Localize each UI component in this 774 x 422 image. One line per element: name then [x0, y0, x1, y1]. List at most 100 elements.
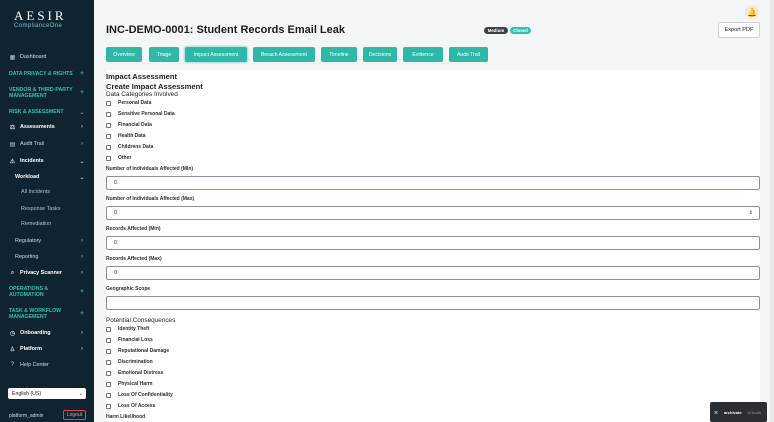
sidebar-item-all-incidents[interactable]: All Incidents	[0, 186, 94, 198]
sidebar-item-onboarding[interactable]: ◷ Onboarding ›	[0, 327, 94, 339]
checkbox-row[interactable]: Physical Harm	[106, 380, 152, 388]
checkbox-row[interactable]: Loss Of Access	[106, 402, 155, 410]
sidebar-item-workload[interactable]: Workload ⌄	[0, 171, 94, 183]
number-input[interactable]: 0	[106, 176, 760, 190]
input-value: 0	[114, 270, 117, 276]
checkbox-row[interactable]: Childrens Data	[106, 143, 153, 151]
checkbox[interactable]	[106, 337, 111, 343]
sidebar-item-label: Regulatory	[15, 238, 42, 244]
checkbox-row[interactable]: Loss Of Confidentiality	[106, 391, 173, 399]
sidebar-item-label: Workload	[15, 174, 40, 180]
checkbox-label: Personal Data	[118, 100, 152, 106]
sidebar-item-vendor-third-party-management[interactable]: VENDOR & THIRD-PARTY MANAGEMENT +	[0, 87, 94, 99]
sidebar-item-dashboard[interactable]: ▦ Dashboard	[0, 51, 94, 63]
checkbox[interactable]	[106, 359, 111, 365]
tab-audit-trail[interactable]: Audit Trail	[449, 47, 488, 62]
checkbox[interactable]	[106, 155, 111, 161]
chevron-icon: ›	[81, 124, 83, 130]
logout-button[interactable]: Logout	[63, 410, 86, 420]
checkbox[interactable]	[106, 326, 111, 332]
tab-overview[interactable]: Overview	[106, 47, 142, 62]
checkbox[interactable]	[106, 111, 111, 117]
stepper-icon[interactable]: ⇕	[749, 210, 753, 216]
checkbox-label: Financial Data	[118, 122, 152, 128]
sidebar-item-data-privacy-rights[interactable]: DATA PRIVACY & RIGHTS +	[0, 68, 94, 80]
checkbox-row[interactable]: Health Data	[106, 132, 146, 140]
sidebar-item-label: Help Center	[20, 362, 49, 368]
form-heading: Create Impact Assessment	[106, 82, 203, 91]
expand-icon: +	[80, 311, 84, 317]
checkbox-label: Identity Theft	[118, 326, 150, 332]
sidebar-item-risk-assessment[interactable]: RISK & ASSESSMENT ⌄	[0, 106, 94, 118]
username: platform_admin	[9, 413, 44, 419]
sidebar-item-operations-automation[interactable]: OPERATIONS & AUTOMATION +	[0, 286, 94, 298]
dev-toolbar[interactable]: ⌘ archivate Ω Audit	[710, 402, 767, 422]
sidebar-item-response-tasks[interactable]: Response Tasks	[0, 203, 94, 215]
toolbar-icon: ⌘	[714, 409, 718, 415]
sidebar-item-remediation[interactable]: Remediation	[0, 218, 94, 230]
chevron-icon: ⌄	[79, 174, 85, 181]
sidebar-item-audit-trail[interactable]: ▤ Audit Trail ›	[0, 138, 94, 150]
sidebar-item-label: Remediation	[21, 221, 52, 227]
number-input[interactable]: 0 ⇕	[106, 206, 760, 220]
tab-timeline[interactable]: Timeline	[321, 47, 357, 62]
checkbox[interactable]	[106, 403, 111, 409]
checkbox-row[interactable]: Identity Theft	[106, 325, 149, 333]
sidebar-item-privacy-scanner[interactable]: ⌕ Privacy Scanner ›	[0, 267, 94, 279]
checkbox-row[interactable]: Financial Data	[106, 121, 152, 129]
checkbox[interactable]	[106, 348, 111, 354]
chevron-icon: ›	[81, 238, 83, 244]
checkbox-label: Other	[118, 155, 132, 161]
checkbox-label: Childrens Data	[118, 144, 154, 150]
checkbox[interactable]	[106, 144, 111, 150]
checkbox-row[interactable]: Other	[106, 154, 131, 162]
sidebar-item-regulatory[interactable]: Regulatory ›	[0, 235, 94, 247]
checkbox[interactable]	[106, 100, 111, 106]
expand-icon: +	[80, 289, 84, 295]
bell-icon[interactable]: 🔔	[745, 5, 759, 19]
checkbox-row[interactable]: Reputational Damage	[106, 347, 169, 355]
sidebar-item-label: Onboarding	[20, 330, 51, 336]
sidebar-item-assessments[interactable]: ⚖ Assessments ›	[0, 121, 94, 133]
number-input[interactable]: 0	[106, 236, 760, 250]
sidebar-item-task-workflow-management[interactable]: TASK & WORKFLOW MANAGEMENT +	[0, 308, 94, 320]
checkbox-label: Health Data	[118, 133, 146, 139]
export-pdf-button[interactable]: Export PDF	[718, 22, 760, 38]
field-label: Records Affected (Max)	[106, 256, 162, 262]
checkbox-row[interactable]: Financial Loss	[106, 336, 153, 344]
number-input[interactable]: 0	[106, 266, 760, 280]
checkbox[interactable]	[106, 122, 111, 128]
toolbar-audit: Ω Audit	[747, 409, 761, 415]
checkbox[interactable]	[106, 370, 111, 376]
checkbox-label: Discrimination	[118, 359, 153, 365]
checkbox-row[interactable]: Emotional Distress	[106, 369, 163, 377]
tab-evidence[interactable]: Evidence	[403, 47, 443, 62]
checkbox-label: Reputational Damage	[118, 348, 170, 354]
page-title: INC-DEMO-0001: Student Records Email Lea…	[106, 24, 346, 36]
sidebar-item-label: Reporting	[15, 254, 39, 260]
checkbox[interactable]	[106, 381, 111, 387]
logo[interactable]: AESIR ComplianceOne	[14, 9, 84, 30]
checkbox[interactable]	[106, 392, 111, 398]
checkbox-row[interactable]: Sensitive Personal Data	[106, 110, 175, 118]
page-scrollbar[interactable]	[770, 0, 774, 422]
sidebar-item-label: RISK & ASSESSMENT	[9, 109, 64, 115]
help-icon: ?	[10, 362, 15, 368]
tab-breach-assessment[interactable]: Breach Assessment	[253, 47, 315, 62]
tab-triage[interactable]: Triage	[149, 47, 179, 62]
sidebar-item-reporting[interactable]: Reporting ›	[0, 251, 94, 263]
sidebar-item-help-center[interactable]: ? Help Center	[0, 359, 94, 371]
number-input[interactable]	[106, 296, 760, 310]
tab-impact-assessment[interactable]: Impact Assessment	[185, 47, 247, 62]
field-label: Number of Individuals Affected (Min)	[106, 166, 194, 172]
sidebar-item-incidents[interactable]: ⚠ Incidents ⌄	[0, 155, 94, 167]
onboarding-icon: ◷	[9, 330, 16, 337]
sidebar-item-platform[interactable]: ♙ Platform ›	[0, 343, 94, 355]
language-select[interactable]: English (US) ⌄	[8, 388, 86, 399]
checkbox-row[interactable]: Discrimination	[106, 358, 153, 366]
toolbar-label: archivate	[724, 409, 742, 415]
checkbox[interactable]	[106, 133, 111, 139]
checkbox-row[interactable]: Personal Data	[106, 99, 151, 107]
tab-decisions[interactable]: Decisions	[363, 47, 397, 62]
checkbox-label: Loss Of Access	[118, 403, 156, 409]
